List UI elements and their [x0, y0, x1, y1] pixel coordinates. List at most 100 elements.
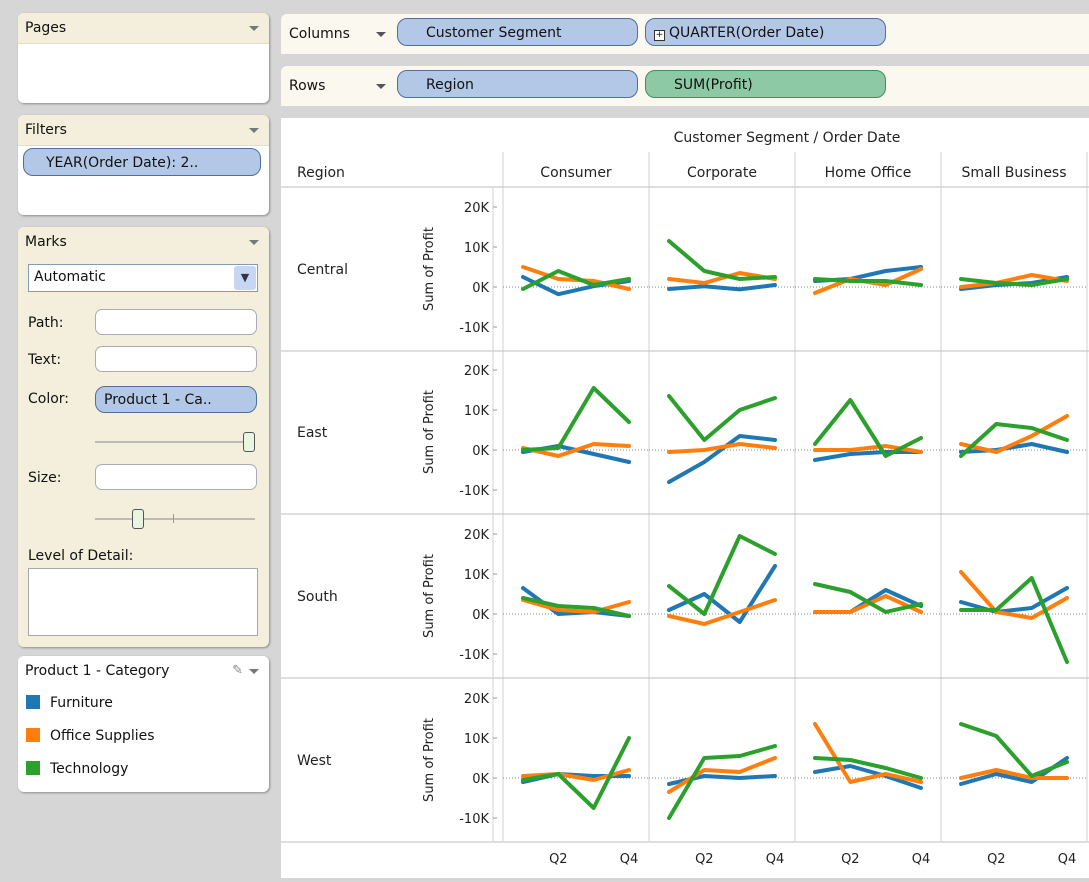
y-tick-label: 10K	[464, 404, 490, 419]
legend-swatch-office-supplies	[26, 728, 40, 742]
transparency-slider[interactable]	[95, 441, 255, 443]
filter-pill[interactable]: YEAR(Order Date): 2..	[23, 148, 261, 176]
columns-shelf-label: Columns	[289, 26, 350, 42]
x-tick-label: Q4	[620, 852, 639, 867]
x-tick-label: Q4	[1058, 852, 1077, 867]
y-tick-label: 0K	[472, 281, 489, 296]
y-tick-label: 0K	[472, 772, 489, 787]
size-slider[interactable]	[95, 518, 255, 520]
region-label-south: South	[297, 589, 338, 605]
legend-item-furniture[interactable]: Furniture	[26, 693, 113, 713]
marks-header[interactable]: Marks	[18, 227, 269, 257]
filters-header[interactable]: Filters	[18, 115, 269, 146]
legend-item-technology[interactable]: Technology	[26, 759, 128, 779]
series-line-furniture-east-home-office	[813, 450, 923, 462]
legend-item-office-supplies[interactable]: Office Supplies	[26, 726, 155, 746]
y-tick-label: -10K	[459, 812, 489, 827]
column-pill-label-quarter: QUARTER(Order Date)	[669, 25, 825, 41]
filters-menu-icon[interactable]	[249, 128, 259, 133]
segment-header-home-office: Home Office	[825, 165, 912, 181]
x-tick-label: Q4	[912, 852, 931, 867]
series-line-furniture-central-corporate	[667, 283, 777, 292]
size-slider-handle[interactable]	[132, 509, 144, 529]
dropdown-arrow-icon[interactable]: ▼	[234, 266, 256, 290]
column-pill-customer-segment[interactable]: Customer Segment	[397, 18, 638, 46]
legend-header[interactable]: Product 1 - Category ✎	[18, 656, 269, 686]
mark-type-value: Automatic	[34, 269, 106, 285]
row-pill-label-region: Region	[426, 77, 474, 93]
y-axis-title: Sum of Profit	[422, 718, 437, 802]
series-line-technology-east-corporate	[667, 394, 777, 442]
legend-swatch-technology	[26, 761, 40, 775]
column-pill-quarter-order-date[interactable]: + QUARTER(Order Date)	[645, 18, 886, 46]
legend-title: Product 1 - Category	[25, 663, 170, 679]
path-label: Path:	[28, 315, 64, 331]
expand-plus-icon[interactable]: +	[654, 30, 665, 41]
rows-shelf-arrow-icon[interactable]	[376, 84, 386, 89]
text-label: Text:	[28, 352, 62, 368]
pages-card: Pages	[18, 13, 269, 103]
x-tick-label: Q2	[695, 852, 714, 867]
y-tick-label: 10K	[464, 732, 490, 747]
legend-label-office-supplies: Office Supplies	[50, 728, 155, 744]
segment-header-consumer: Consumer	[540, 165, 612, 181]
x-tick-label: Q4	[766, 852, 785, 867]
marks-title: Marks	[25, 234, 67, 250]
marks-menu-icon[interactable]	[249, 240, 259, 245]
y-tick-label: 20K	[464, 364, 490, 379]
row-pill-label-sum-profit: SUM(Profit)	[674, 77, 753, 93]
x-tick-label: Q2	[841, 852, 860, 867]
y-tick-label: -10K	[459, 484, 489, 499]
series-line-technology-west-small-business	[959, 722, 1069, 778]
series-line-technology-central-corporate	[667, 239, 777, 281]
y-tick-label: 0K	[472, 444, 489, 459]
y-axis-title: Sum of Profit	[422, 227, 437, 311]
color-pill-label: Product 1 - Ca..	[104, 392, 212, 408]
filters-card: Filters YEAR(Order Date): 2..	[18, 115, 269, 215]
size-field[interactable]	[95, 464, 257, 490]
transparency-slider-handle[interactable]	[243, 432, 255, 452]
color-pill[interactable]: Product 1 - Ca..	[95, 386, 257, 413]
path-field[interactable]	[95, 309, 257, 335]
color-legend-card: Product 1 - Category ✎ Furniture Office …	[18, 656, 269, 792]
segment-header-corporate: Corporate	[687, 165, 757, 181]
series-line-furniture-west-small-business	[959, 756, 1069, 786]
filter-pill-label: YEAR(Order Date): 2..	[46, 155, 199, 171]
legend-label-technology: Technology	[50, 761, 129, 777]
view-area: Customer Segment / Order Date Region Consu…	[281, 118, 1089, 878]
region-label-central: Central	[297, 262, 348, 278]
legend-swatch-furniture	[26, 695, 40, 709]
y-axis-title: Sum of Profit	[422, 390, 437, 474]
row-pill-sum-profit[interactable]: SUM(Profit)	[645, 70, 886, 98]
x-tick-label: Q2	[549, 852, 568, 867]
size-label: Size:	[28, 470, 62, 486]
mark-type-select[interactable]: Automatic ▼	[28, 264, 258, 292]
y-tick-label: 20K	[464, 528, 490, 543]
x-tick-label: Q2	[987, 852, 1006, 867]
row-pill-region[interactable]: Region	[397, 70, 638, 98]
columns-shelf-arrow-icon[interactable]	[376, 32, 386, 37]
edit-colors-icon[interactable]: ✎	[232, 656, 243, 686]
marks-card: Marks Automatic ▼ Path: Text: Color: Pro…	[18, 227, 269, 647]
header-title: Customer Segment / Order Date	[674, 130, 901, 146]
pages-header[interactable]: Pages	[18, 13, 269, 44]
legend-label-furniture: Furniture	[50, 695, 113, 711]
series-line-technology-east-consumer	[521, 386, 631, 452]
size-slider-tick	[173, 514, 174, 523]
pages-menu-icon[interactable]	[249, 26, 259, 31]
y-tick-label: 20K	[464, 692, 490, 707]
color-label: Color:	[28, 391, 70, 407]
rows-shelf-label: Rows	[289, 78, 326, 94]
text-field[interactable]	[95, 346, 257, 372]
level-of-detail-box[interactable]	[28, 568, 258, 636]
profit-line-chart-grid: Customer Segment / Order Date Region Consu…	[281, 130, 1089, 867]
y-axis-title: Sum of Profit	[422, 554, 437, 638]
filters-title: Filters	[25, 122, 67, 138]
pages-title: Pages	[25, 20, 67, 36]
y-tick-label: 10K	[464, 568, 490, 583]
legend-menu-icon[interactable]	[249, 669, 259, 674]
segment-header-small-business: Small Business	[961, 165, 1066, 181]
y-tick-label: -10K	[459, 648, 489, 663]
y-tick-label: 10K	[464, 241, 490, 256]
level-of-detail-label: Level of Detail:	[28, 548, 134, 564]
